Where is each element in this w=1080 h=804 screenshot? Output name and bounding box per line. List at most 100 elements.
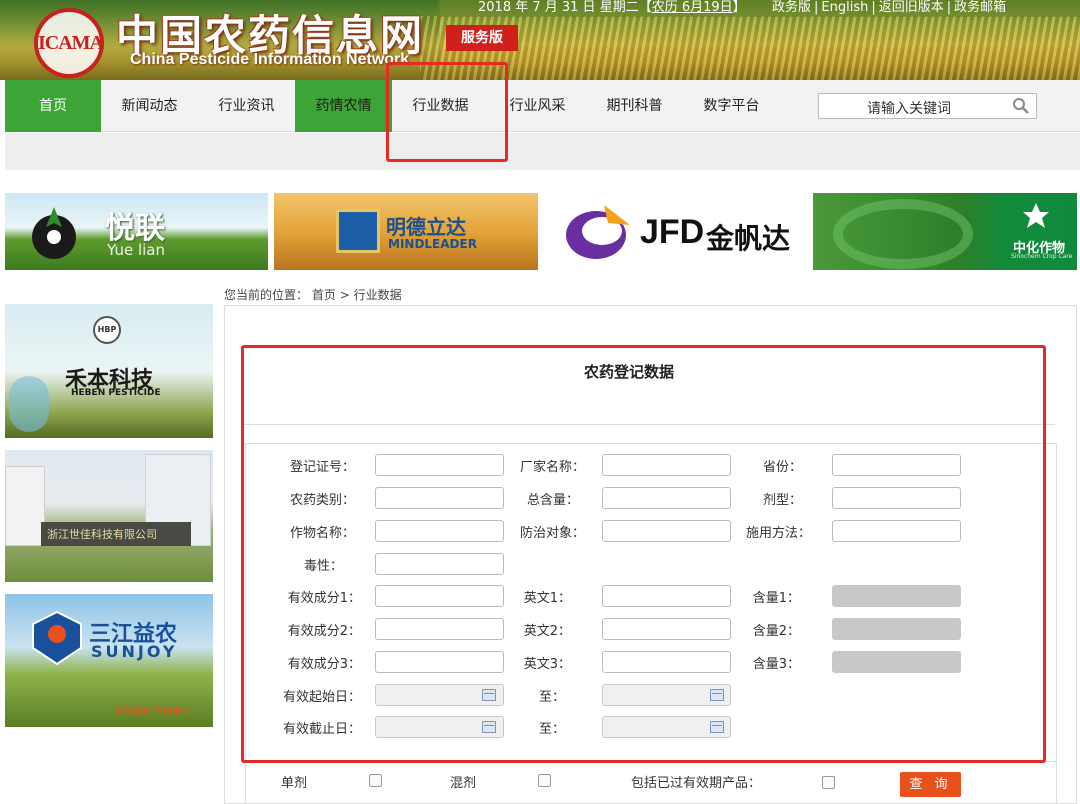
content3-input [832,651,961,673]
reg-no-input[interactable] [375,454,504,476]
label-reg-no: 登记证号： [289,460,355,475]
breadcrumb-sep: > [339,288,350,302]
english2-input[interactable] [602,618,731,640]
side-ad-sunjoy-en: SUNJOY [91,642,178,661]
logo-text: ICAMA [38,32,104,54]
nav-item-digital-platform[interactable]: 数字平台 [683,80,780,132]
content2-input [832,618,961,640]
ingredient3-input[interactable] [375,651,504,673]
side-ad-heben[interactable]: HBP 禾本科技 HEBEN PESTICIDE [5,304,213,438]
search-input[interactable]: 请输入关键词 [818,93,1037,119]
nav-item-news[interactable]: 新闻动态 [101,80,198,132]
top-links: 政务版 | English | 返回旧版本 | 政务邮箱 [772,0,1007,15]
target-input[interactable] [602,520,731,542]
side-ad-shijia[interactable]: 浙江世佳科技有限公司 [5,450,213,582]
label-english2: 英文2： [523,624,571,639]
toxicity-input[interactable] [375,553,504,575]
crop-input[interactable] [375,520,504,542]
edition-badge: 服务版 [446,25,518,51]
top-info-bar: 2018 年 7 月 31 日 星期二【农历 6月19日】 政务版 | Englis… [438,0,1080,17]
banner-ad-yuelian-en: Yue lian [107,241,165,259]
calendar-icon[interactable] [710,689,724,701]
banner-ad-jfd-cn: 金帆达 [706,222,791,255]
option-single-label: 单剂 [281,776,308,791]
water-drop-graphic [9,376,49,432]
english3-input[interactable] [602,651,731,673]
label-content2: 含量2： [752,624,800,639]
label-ingredient1: 有效成分1： [287,591,361,606]
label-ingredient2: 有效成分2： [287,624,361,639]
nav-item-industry-info[interactable]: 行业资讯 [198,80,295,132]
banner-ad-jfd-brand: JFD [640,213,705,251]
banner-ad-mindleader-en: MINDLEADER [388,237,477,251]
content1-input [832,585,961,607]
banner-ad-mindleader-cn: 明德立达 [386,215,466,239]
lunar-date: 农历 6月19日 [651,0,733,15]
sinochem-logo-icon [1023,203,1049,228]
option-single-checkbox[interactable] [369,774,382,787]
nav-item-pest-situation[interactable]: 药情农情 [295,80,392,132]
label-total-content: 总含量： [526,493,579,508]
mindleader-logo-icon [336,209,380,253]
subnav-bar [5,133,1080,170]
label-category: 农药类别： [289,493,355,508]
link-english[interactable]: English [821,0,868,15]
banner-ad-yuelian[interactable]: 悦联 Yue lian [5,193,268,270]
site-header: ICAMA 中国农药信息网 China Pesticide Informatio… [0,0,1080,80]
option-expired-checkbox[interactable] [822,776,835,789]
banner-ad-jfd[interactable]: JFD 金帆达 [544,193,807,270]
calendar-icon[interactable] [710,721,724,733]
ingredient1-input[interactable] [375,585,504,607]
icama-logo[interactable]: ICAMA [34,8,104,78]
label-content1: 含量1： [752,591,800,606]
total-content-input[interactable] [602,487,731,509]
nav-item-industry-style[interactable]: 行业风采 [489,80,586,132]
formulation-input[interactable] [832,487,961,509]
option-expired-label: 包括已过有效期产品： [631,776,762,791]
sunjoy-logo-icon [32,610,82,666]
nav-item-journals[interactable]: 期刊科普 [586,80,683,132]
english1-input[interactable] [602,585,731,607]
nav-item-home[interactable]: 首页 [5,80,101,132]
link-gov-edition[interactable]: 政务版 [772,0,811,15]
page-title: 农药登记数据 [583,363,674,381]
query-button[interactable]: 查 询 [900,772,961,797]
ingredient2-input[interactable] [375,618,504,640]
label-ingredient3: 有效成分3： [287,657,361,672]
option-mixed-checkbox[interactable] [538,774,551,787]
category-input[interactable] [375,487,504,509]
label-province: 省份： [762,460,802,475]
label-crop: 作物名称： [289,526,355,541]
label-to-1: 至： [538,690,565,705]
method-input[interactable] [832,520,961,542]
label-target: 防治对象： [519,526,585,541]
side-ad-sunjoy[interactable]: 三江益农 SUNJOY 承载信赖 共创未来 [5,594,213,727]
province-input[interactable] [832,454,961,476]
label-maker: 厂家名称： [519,460,585,475]
company-sign: 浙江世佳科技有限公司 [41,522,191,546]
label-english1: 英文1： [523,591,571,606]
building-graphic [5,466,45,546]
main-nav: 首页 新闻动态 行业资讯 药情农情 行业数据 行业风采 期刊科普 数字平台 请输… [5,80,1080,132]
link-gov-mail[interactable]: 政务邮箱 [954,0,1006,15]
banner-ad-mindleader[interactable]: 明德立达 MINDLEADER [274,193,538,270]
link-old-version[interactable]: 返回旧版本 [879,0,944,15]
breadcrumb-current[interactable]: 行业数据 [354,288,402,302]
breadcrumb-home[interactable]: 首页 [312,288,336,302]
search-placeholder: 请输入关键词 [867,101,951,117]
banner-ad-sinochem[interactable]: 中化作物 Sinochem Crop Care [813,193,1077,270]
side-ad-heben-en: HEBEN PESTICIDE [71,388,161,398]
rice-field-background [420,16,1080,80]
site-subtitle: China Pesticide Information Network [130,51,410,68]
label-formulation: 剂型： [762,493,802,508]
label-valid-start: 有效起始日： [282,690,361,705]
registration-data-panel: 农药登记数据 登记证号： 厂家名称： 省份： 农药类别： 总含量： 剂型： 作物… [224,305,1077,804]
maker-input[interactable] [602,454,731,476]
heben-logo-icon: HBP [93,316,121,344]
search-icon[interactable] [1012,97,1030,115]
sinochem-field-circle [833,199,973,269]
side-ad-sunjoy-tagline: 承载信赖 共创未来 [115,707,190,717]
label-valid-end: 有效截止日： [282,722,361,737]
divider [243,424,1055,425]
nav-item-industry-data[interactable]: 行业数据 [392,80,489,132]
